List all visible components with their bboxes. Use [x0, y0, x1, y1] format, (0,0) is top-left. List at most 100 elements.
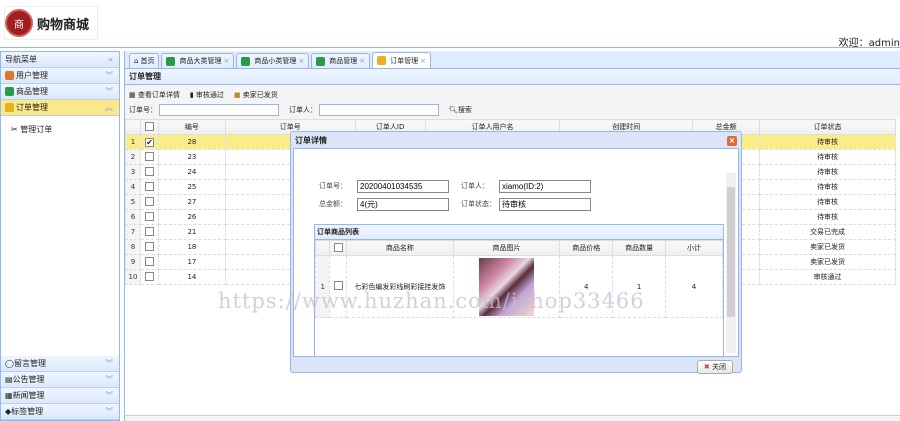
folder-icon [377, 56, 387, 65]
cell-status: 待审核 [759, 149, 896, 165]
cell-status: 卖家已发货 [759, 239, 896, 255]
select-all-checkbox[interactable] [144, 121, 154, 131]
sidebar-group-goods[interactable]: 商品管理 ︾ [1, 84, 119, 100]
chevron-down-icon: ︾ [105, 87, 113, 96]
product-image [479, 257, 535, 316]
col-header[interactable]: 商品图片 [452, 240, 561, 256]
row-checkbox[interactable] [144, 196, 154, 206]
total-field[interactable] [357, 197, 449, 211]
close-button[interactable]: ✖ 关闭 [696, 360, 733, 374]
button-label: 查看订单详情 [137, 90, 180, 99]
sidebar-group-tags[interactable]: ◆ 标签管理 ︾ [1, 404, 119, 420]
col-header[interactable]: 商品名称 [346, 240, 454, 256]
select-all-header[interactable] [139, 119, 159, 135]
scrollbar[interactable] [726, 173, 736, 353]
close-icon[interactable]: × [223, 57, 229, 65]
welcome-text: 欢迎：admin [838, 38, 900, 49]
col-header[interactable]: 小计 [664, 240, 724, 256]
status-field[interactable] [499, 197, 591, 211]
row-checkbox[interactable] [144, 166, 154, 176]
tab-home[interactable]: ⌂ 首页 [129, 53, 160, 68]
items-table: 商品名称 商品图片 商品价格 商品数量 小计 1 七彩色编发彩线刷彩接挂发饰 414 [314, 240, 724, 318]
sidebar-group-messages[interactable]: ◯ 留言管理 ︾ [1, 356, 119, 372]
row-checkbox[interactable] [144, 181, 154, 191]
group-label: 新闻管理 [12, 391, 45, 400]
audit-button[interactable]: ▮ 审核通过 [190, 90, 224, 100]
view-details-button[interactable]: ▦ 查看订单详情 [129, 90, 180, 100]
row-checkbox-cell [139, 149, 159, 165]
close-icon[interactable]: × [298, 57, 304, 65]
select-all-header[interactable] [329, 240, 348, 256]
box-icon: ■ [233, 90, 243, 99]
cell-id: 24 [157, 164, 226, 180]
cell-id: 28 [157, 134, 226, 150]
sidebar-group-orders[interactable]: 订单管理 ︽ [1, 100, 119, 116]
sidebar-item-manage-orders[interactable]: ✂ 管理订单 [11, 124, 109, 135]
row-checkbox[interactable] [144, 211, 154, 221]
table-icon: ▦ [129, 90, 138, 99]
goods-icon [5, 87, 14, 96]
close-icon: ✖ [703, 363, 712, 371]
logo-seal-icon: 商 [5, 9, 33, 37]
collapse-icon[interactable]: « [108, 55, 113, 64]
button-label: 关闭 [712, 363, 726, 371]
rownum-header [125, 119, 141, 135]
tab-subcategory[interactable]: 商品小类管理 × [236, 53, 310, 68]
scrollbar-thumb[interactable] [727, 187, 735, 317]
user-input[interactable] [319, 103, 439, 116]
button-label: 审核通过 [195, 90, 224, 99]
tab-bar: ⌂ 首页 商品大类管理 × 商品小类管理 × 商品管理 × 订单管理 × [125, 51, 900, 69]
row-checkbox[interactable] [144, 241, 154, 251]
tools-icon: ✂ [11, 125, 21, 134]
search-button[interactable]: 🔍︎搜索 [449, 105, 472, 115]
col-header[interactable]: 商品数量 [612, 240, 666, 256]
cell-id: 26 [157, 209, 226, 225]
sidebar-title: 导航菜单 « [1, 52, 119, 68]
row-checkbox[interactable] [144, 256, 154, 266]
row-checkbox[interactable]: ✔ [144, 137, 154, 147]
shipped-button[interactable]: ■ 卖家已发货 [234, 90, 278, 100]
row-number: 1 [125, 134, 141, 150]
button-label: 搜索 [457, 105, 472, 114]
row-checkbox-cell [139, 224, 159, 240]
item-image-cell [452, 255, 561, 318]
logo-text: 购物商城 [37, 17, 90, 33]
chevron-down-icon: ︾ [105, 391, 113, 400]
sidebar-group-users[interactable]: 用户管理 ︾ [1, 68, 119, 84]
row-checkbox[interactable] [144, 271, 154, 281]
tab-category[interactable]: 商品大类管理 × [161, 53, 235, 68]
row-number: 6 [125, 209, 141, 225]
row-number: 7 [125, 224, 141, 240]
folder-icon [5, 103, 14, 112]
grid-icon [241, 56, 251, 66]
sidebar-group-notices[interactable]: ▤ 公告管理 ︾ [1, 372, 119, 388]
row-checkbox[interactable] [144, 151, 154, 161]
order-items-panel: 订单商品列表 商品名称 商品图片 商品价格 商品数量 小计 1 七彩色编发彩线刷彩接挂发… [314, 224, 724, 356]
cell-status: 待审核 [759, 194, 896, 210]
news-icon: ▦ [5, 391, 13, 400]
user-label: 订单人： [461, 182, 489, 190]
order-no-input[interactable] [159, 103, 279, 116]
close-icon[interactable]: × [420, 57, 426, 65]
row-checkbox-cell[interactable] [329, 255, 348, 318]
home-icon: ⌂ [134, 57, 139, 65]
col-header[interactable]: 编号 [157, 119, 226, 135]
sidebar-group-news[interactable]: ▦ 新闻管理 ︾ [1, 388, 119, 404]
close-icon[interactable]: × [727, 136, 737, 146]
tab-goods[interactable]: 商品管理 × [311, 53, 371, 68]
header: 商购物商城 欢迎：admin [0, 0, 900, 49]
toolbar: ▦ 查看订单详情 ▮ 审核通过 ■ 卖家已发货 订单号： 订单人： 🔍︎搜索 [125, 85, 900, 119]
row-number: 4 [125, 179, 141, 195]
row-checkbox-cell [139, 239, 159, 255]
user-field[interactable] [499, 179, 591, 193]
row-checkbox[interactable] [144, 226, 154, 236]
tab-orders[interactable]: 订单管理 × [372, 52, 431, 68]
item-row[interactable]: 1 七彩色编发彩线刷彩接挂发饰 414 [314, 255, 724, 318]
col-header[interactable]: 订单状态 [759, 119, 896, 135]
tab-label: 商品大类管理 [179, 57, 222, 65]
select-all-checkbox[interactable] [333, 242, 343, 252]
order-no-field[interactable] [357, 179, 449, 193]
row-checkbox[interactable] [333, 281, 343, 290]
col-header[interactable]: 商品价格 [559, 240, 614, 256]
close-icon[interactable]: × [359, 57, 365, 65]
